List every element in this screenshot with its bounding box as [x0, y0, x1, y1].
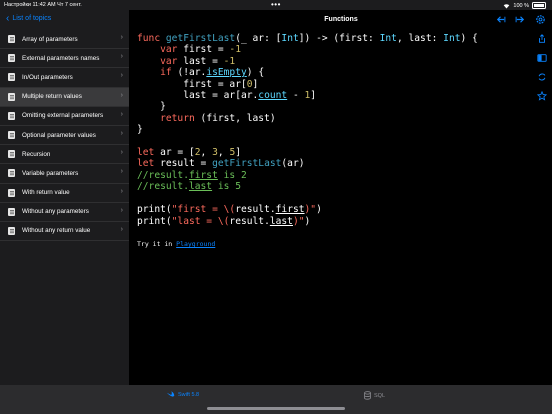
status-right: 100 % [503, 2, 546, 9]
list-item-label: Without any return value [22, 227, 91, 235]
chevron-right-icon: › [120, 72, 123, 80]
refresh-icon[interactable] [537, 72, 547, 82]
list-item-label: Variable parameters [22, 169, 79, 177]
sidebar-header: ‹ List of topics [0, 10, 129, 30]
playground-link[interactable]: Playground [176, 240, 215, 248]
chevron-right-icon: › [120, 149, 123, 157]
list-item[interactable]: In/Out parameters › [0, 68, 129, 88]
back-button[interactable]: ‹ List of topics [6, 13, 52, 24]
document-icon [8, 92, 15, 101]
list-item-label: Recursion [22, 150, 51, 158]
list-item-label: Without any parameters [22, 208, 89, 216]
document-icon [8, 35, 15, 44]
database-icon [364, 391, 371, 400]
list-item[interactable]: External parameters names › [0, 49, 129, 69]
list-item[interactable]: Optional parameter values › [0, 126, 129, 146]
chevron-right-icon: › [120, 129, 123, 137]
status-bar: Настройки 11:42 AM Чт 7 сент. ••• 100 % [0, 0, 552, 10]
star-icon[interactable] [537, 91, 547, 101]
chevron-right-icon: › [120, 110, 123, 118]
tab-sql[interactable]: SQL [364, 391, 385, 400]
list-item-label: In/Out parameters [22, 73, 73, 81]
list-item[interactable]: Variable parameters › [0, 164, 129, 184]
list-item[interactable]: With return value › [0, 184, 129, 203]
list-item[interactable]: Without any return value › [0, 222, 129, 242]
list-item-selected[interactable]: Multiple return values › [0, 87, 129, 107]
topic-list: Array of parameters › External parameters… [0, 30, 129, 242]
carrier-label: Настройки [4, 2, 31, 8]
layout-icon[interactable] [537, 53, 547, 63]
nav-toolbar [495, 14, 546, 25]
time-label: 11:42 AM [32, 2, 56, 8]
try-it-label: Try it in [137, 240, 173, 248]
side-toolbar [537, 34, 547, 101]
chevron-right-icon: › [120, 187, 123, 195]
battery-percent: 100 % [513, 2, 529, 9]
list-item[interactable]: Recursion › [0, 145, 129, 165]
swift-icon [166, 391, 175, 398]
battery-icon [532, 2, 546, 9]
document-icon [8, 150, 15, 159]
home-indicator[interactable] [207, 407, 345, 410]
document-icon [8, 54, 15, 63]
wifi-icon [504, 3, 510, 8]
share-icon[interactable] [537, 34, 547, 44]
list-item-label: Omitting external parameters [22, 112, 104, 120]
list-item-label: Multiple return values [22, 93, 82, 101]
status-left: Настройки 11:42 AM Чт 7 сент. [4, 2, 82, 8]
list-item[interactable]: Array of parameters › [0, 30, 129, 50]
multitask-dots[interactable]: ••• [271, 0, 281, 9]
document-icon [8, 188, 15, 197]
date-label: Чт 7 сент. [57, 2, 82, 8]
back-label: List of topics [12, 15, 52, 22]
page-title: Functions [324, 16, 358, 23]
list-item-label: External parameters names [22, 54, 100, 62]
sidebar: ‹ List of topics Array of parameters › Ex… [0, 10, 129, 385]
list-item[interactable]: Omitting external parameters › [0, 107, 129, 126]
list-item-label: Optional parameter values [22, 131, 96, 139]
chevron-right-icon: › [120, 91, 123, 99]
list-item-label: With return value [22, 189, 70, 197]
list-item[interactable]: Without any parameters › [0, 203, 129, 222]
tab-swift[interactable]: Swift 5.8 [166, 391, 199, 399]
chevron-right-icon: › [120, 34, 123, 41]
try-it-line: Try it in Playground [137, 240, 215, 248]
document-icon [8, 226, 15, 235]
chevron-left-icon: ‹ [6, 13, 10, 24]
code-block: func getFirstLast(_ ar: [Int]) -> (first… [137, 33, 478, 227]
list-item-label: Array of parameters [22, 35, 78, 43]
chevron-right-icon: › [120, 206, 123, 214]
tab-sql-label: SQL [374, 392, 386, 399]
chevron-right-icon: › [120, 53, 123, 61]
chevron-right-icon: › [120, 225, 123, 233]
code-viewer: Functions func getFirstLast(_ ar: [Int])… [130, 10, 552, 385]
tab-swift-label: Swift 5.8 [178, 392, 200, 398]
arrow-left-icon[interactable] [495, 14, 506, 25]
document-icon [8, 169, 15, 178]
document-icon [8, 111, 15, 120]
gear-icon[interactable] [535, 14, 546, 25]
document-icon [8, 73, 15, 82]
document-icon [8, 131, 15, 140]
document-icon [8, 207, 15, 216]
chevron-right-icon: › [120, 168, 123, 176]
arrow-right-icon[interactable] [515, 14, 526, 25]
